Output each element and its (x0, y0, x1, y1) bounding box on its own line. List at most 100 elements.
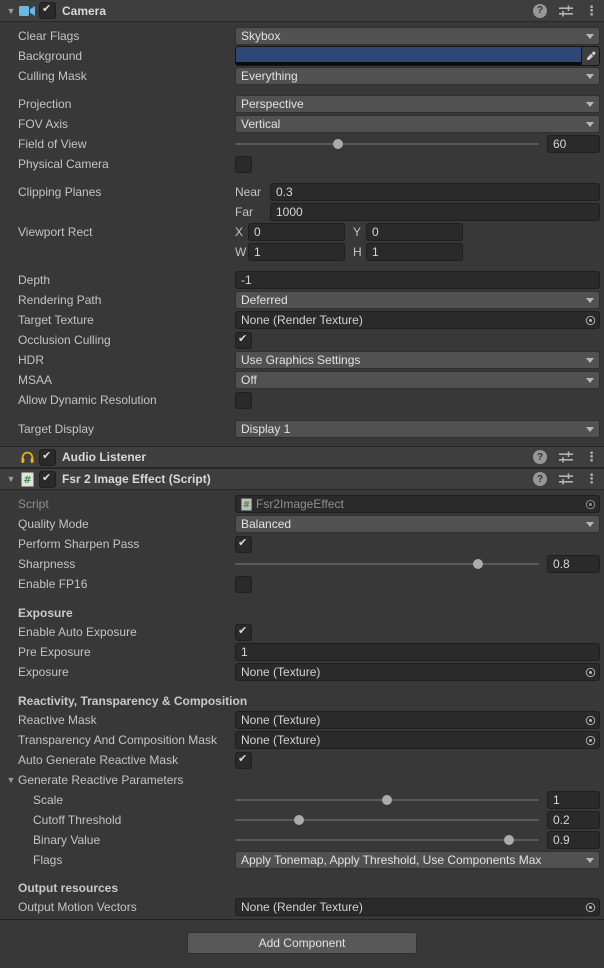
chevron-down-icon (586, 102, 594, 107)
camera-enabled-checkbox[interactable] (39, 2, 56, 19)
fov-axis-dropdown[interactable]: Vertical (235, 115, 600, 133)
hdr-dropdown[interactable]: Use Graphics Settings (235, 351, 600, 369)
quality-mode-label: Quality Mode (0, 517, 235, 531)
sharpness-slider[interactable] (235, 563, 539, 565)
binary-value-slider[interactable] (235, 839, 539, 841)
near-input[interactable]: 0.3 (270, 183, 600, 201)
far-input[interactable]: 1000 (270, 203, 600, 221)
object-picker-icon[interactable] (581, 664, 599, 680)
scale-input[interactable]: 1 (547, 791, 600, 809)
clear-flags-label: Clear Flags (0, 29, 235, 43)
physical-camera-checkbox[interactable] (235, 156, 252, 173)
viewport-w-input[interactable]: 1 (248, 243, 345, 261)
presets-icon[interactable] (559, 451, 573, 463)
object-picker-icon[interactable] (581, 312, 599, 328)
viewport-rect-label: Viewport Rect (0, 225, 235, 239)
background-color-field[interactable] (235, 46, 600, 66)
viewport-rect-wh-row: W 1 H 1 (0, 242, 604, 262)
viewport-x-input[interactable]: 0 (248, 223, 345, 241)
auto-generate-reactive-mask-checkbox[interactable] (235, 752, 252, 769)
far-label: Far (235, 205, 270, 219)
slider-handle[interactable] (504, 835, 514, 845)
fsr2-foldout-icon[interactable]: ▼ (4, 468, 18, 490)
script-row: Script # Fsr2ImageEffect (0, 494, 604, 514)
cutoff-threshold-input[interactable]: 0.2 (547, 811, 600, 829)
perform-sharpen-pass-checkbox[interactable] (235, 536, 252, 553)
occlusion-culling-checkbox[interactable] (235, 332, 252, 349)
sharpness-row: Sharpness 0.8 (0, 554, 604, 574)
audio-listener-title: Audio Listener (62, 450, 146, 464)
help-icon[interactable]: ? (533, 472, 547, 486)
depth-input[interactable]: -1 (235, 271, 600, 289)
binary-value-label: Binary Value (0, 833, 235, 847)
rendering-path-dropdown[interactable]: Deferred (235, 291, 600, 309)
chevron-down-icon (586, 358, 594, 363)
slider-handle[interactable] (294, 815, 304, 825)
fsr2-component-header[interactable]: ▼ # Fsr 2 Image Effect (Script) ? ⋮ (0, 468, 604, 490)
color-swatch[interactable] (236, 47, 581, 65)
slider-handle[interactable] (333, 139, 343, 149)
headphones-icon (18, 450, 36, 464)
camera-foldout-icon[interactable]: ▼ (4, 0, 18, 22)
kebab-menu-icon[interactable]: ⋮ (585, 472, 598, 486)
field-of-view-label: Field of View (0, 137, 235, 151)
object-picker-icon[interactable] (581, 712, 599, 728)
scale-slider[interactable] (235, 799, 539, 801)
output-motion-vectors-field[interactable]: None (Render Texture) (235, 898, 600, 916)
reactive-mask-field[interactable]: None (Texture) (235, 711, 600, 729)
field-of-view-row: Field of View 60 (0, 134, 604, 154)
clear-flags-dropdown[interactable]: Skybox (235, 27, 600, 45)
target-display-dropdown[interactable]: Display 1 (235, 420, 600, 438)
kebab-menu-icon[interactable]: ⋮ (585, 450, 598, 464)
presets-icon[interactable] (559, 473, 573, 485)
fsr2-enabled-checkbox[interactable] (39, 471, 56, 488)
hdr-label: HDR (0, 353, 235, 367)
help-icon[interactable]: ? (533, 4, 547, 18)
field-of-view-slider[interactable] (235, 143, 539, 145)
allow-dynamic-resolution-checkbox[interactable] (235, 392, 252, 409)
svg-text:#: # (242, 499, 249, 509)
camera-component-header[interactable]: ▼ Camera ? ⋮ (0, 0, 604, 22)
rendering-path-row: Rendering Path Deferred (0, 290, 604, 310)
pre-exposure-row: Pre Exposure 1 (0, 642, 604, 662)
eyedropper-button[interactable] (581, 47, 599, 65)
add-component-button[interactable]: Add Component (187, 932, 417, 954)
object-picker-icon[interactable] (581, 732, 599, 748)
flags-dropdown[interactable]: Apply Tonemap, Apply Threshold, Use Comp… (235, 851, 600, 869)
cutoff-threshold-slider[interactable] (235, 819, 539, 821)
projection-dropdown[interactable]: Perspective (235, 95, 600, 113)
pre-exposure-input[interactable]: 1 (235, 643, 600, 661)
enable-auto-exposure-checkbox[interactable] (235, 624, 252, 641)
viewport-h-input[interactable]: 1 (366, 243, 463, 261)
enable-fp16-label: Enable FP16 (0, 577, 235, 591)
generate-reactive-parameters-row[interactable]: ▼ Generate Reactive Parameters (0, 770, 604, 790)
presets-icon[interactable] (559, 5, 573, 17)
audio-listener-component-header[interactable]: Audio Listener ? ⋮ (0, 446, 604, 468)
kebab-menu-icon[interactable]: ⋮ (585, 4, 598, 18)
transparency-and-composition-mask-row: Transparency And Composition Mask None (… (0, 730, 604, 750)
target-texture-field[interactable]: None (Render Texture) (235, 311, 600, 329)
viewport-y-input[interactable]: 0 (366, 223, 463, 241)
field-of-view-input[interactable]: 60 (547, 135, 600, 153)
object-picker-icon[interactable] (581, 899, 599, 915)
exposure-texture-field[interactable]: None (Texture) (235, 663, 600, 681)
occlusion-culling-row: Occlusion Culling (0, 330, 604, 350)
binary-value-input[interactable]: 0.9 (547, 831, 600, 849)
slider-handle[interactable] (473, 559, 483, 569)
audio-listener-enabled-checkbox[interactable] (39, 449, 56, 466)
flags-row: Flags Apply Tonemap, Apply Threshold, Us… (0, 850, 604, 870)
generate-reactive-parameters-foldout-icon[interactable]: ▼ (4, 770, 18, 790)
object-picker-icon[interactable] (581, 496, 599, 512)
msaa-dropdown[interactable]: Off (235, 371, 600, 389)
fov-axis-label: FOV Axis (0, 117, 235, 131)
culling-mask-dropdown[interactable]: Everything (235, 67, 600, 85)
hdr-row: HDR Use Graphics Settings (0, 350, 604, 370)
slider-handle[interactable] (382, 795, 392, 805)
quality-mode-dropdown[interactable]: Balanced (235, 515, 600, 533)
transparency-and-composition-mask-field[interactable]: None (Texture) (235, 731, 600, 749)
enable-fp16-checkbox[interactable] (235, 576, 252, 593)
help-icon[interactable]: ? (533, 450, 547, 464)
sharpness-input[interactable]: 0.8 (547, 555, 600, 573)
script-field[interactable]: # Fsr2ImageEffect (235, 495, 600, 513)
target-texture-label: Target Texture (0, 313, 235, 327)
